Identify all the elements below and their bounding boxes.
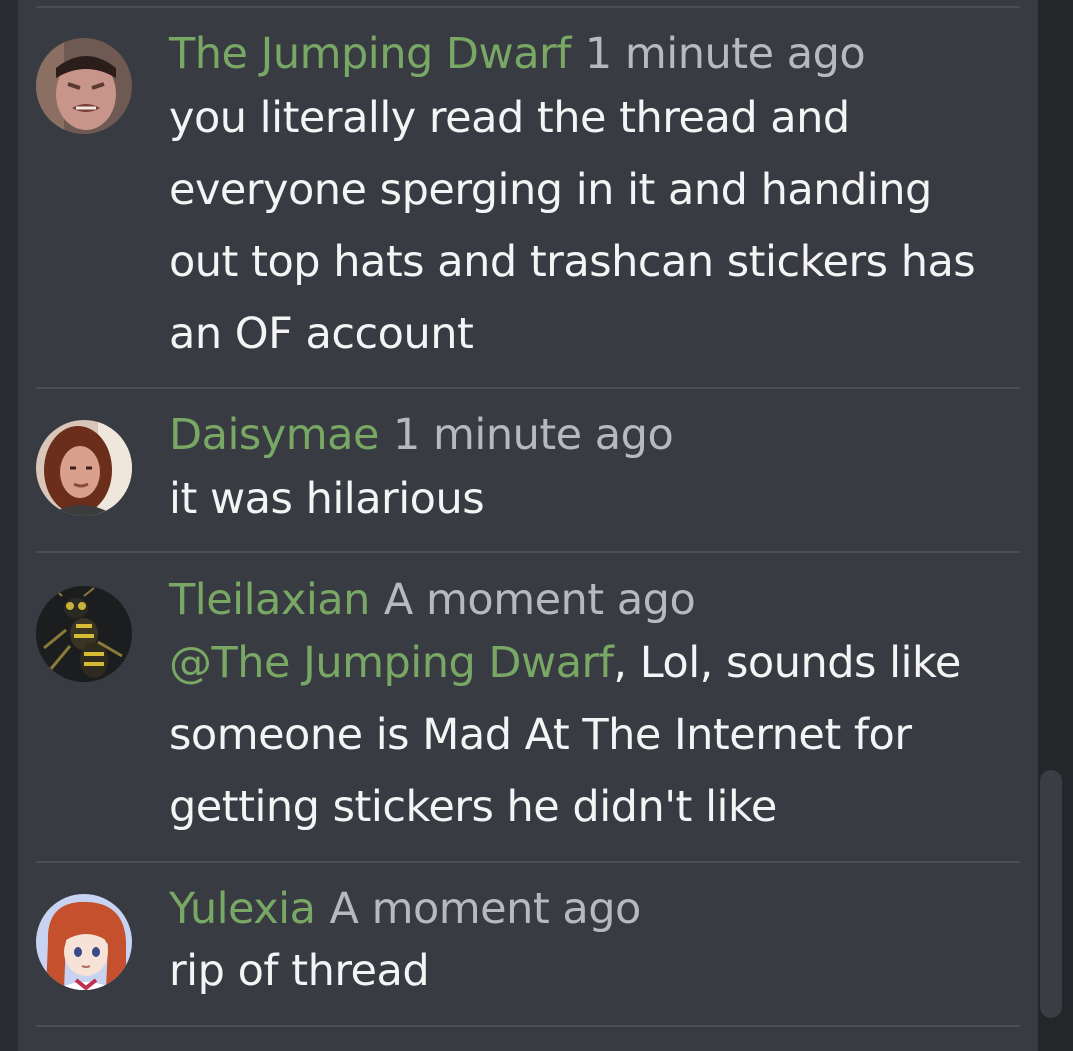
- comment-feed-page: The Jumping Dwarf 1 minute ago you litera…: [0, 0, 1073, 1051]
- comment-header: The Jumping Dwarf 1 minute ago: [169, 28, 866, 80]
- user-avatar-grimace-icon[interactable]: [36, 38, 132, 134]
- comment-timestamp: A moment ago: [329, 884, 641, 934]
- divider: [36, 551, 1020, 553]
- divider: [36, 1025, 1020, 1027]
- author-name[interactable]: Daisymae: [169, 410, 379, 460]
- author-name[interactable]: Tleilaxian: [169, 575, 370, 625]
- divider: [36, 6, 1020, 8]
- divider: [36, 861, 1020, 863]
- user-mention-link[interactable]: @The Jumping Dwarf: [169, 638, 614, 688]
- comment-header: Daisymae 1 minute ago: [169, 409, 674, 461]
- user-avatar-anime-icon[interactable]: [36, 894, 132, 990]
- author-name[interactable]: Yulexia: [169, 884, 316, 934]
- divider: [36, 387, 1020, 389]
- comment-header: Tleilaxian A moment ago: [169, 574, 696, 626]
- comment-timestamp: 1 minute ago: [584, 29, 866, 79]
- user-avatar-portrait-icon[interactable]: [36, 420, 132, 516]
- comment-text: you literally read the thread and everyo…: [169, 93, 976, 359]
- author-name[interactable]: The Jumping Dwarf: [169, 29, 571, 79]
- comment-text: @The Jumping Dwarf, Lol, sounds like som…: [169, 627, 999, 843]
- comment-text: it was hilarious: [169, 474, 485, 524]
- comment-timestamp: 1 minute ago: [392, 410, 674, 460]
- comment-text: rip of thread: [169, 946, 430, 996]
- scrollbar-thumb[interactable]: [1040, 770, 1062, 1018]
- comment-timestamp: A moment ago: [383, 575, 696, 625]
- comment-header: Yulexia A moment ago: [169, 883, 641, 935]
- user-avatar-wasp-icon[interactable]: [36, 586, 132, 682]
